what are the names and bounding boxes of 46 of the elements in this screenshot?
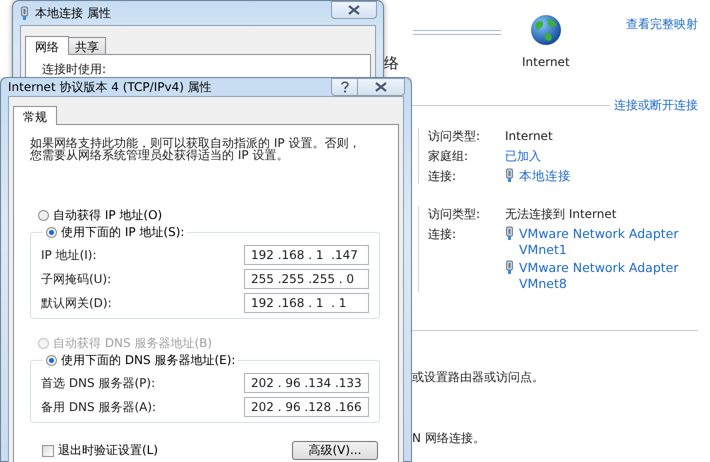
map-link[interactable]: 查看完整映射 <box>626 16 698 33</box>
ip-address-field[interactable]: 192 .168 . 1 .147 <box>244 245 369 265</box>
field-value: 无法连接到 Internet <box>505 206 618 222</box>
ip-address-field[interactable]: 202 . 96 .128 .166 <box>244 397 369 417</box>
close-button[interactable] <box>331 1 377 19</box>
task-description: N 网络连接。 <box>412 430 486 447</box>
tab[interactable]: 常规 <box>13 106 57 125</box>
adapter-link[interactable]: VMware Network Adapter VMnet1 <box>519 226 679 258</box>
close-button[interactable] <box>358 78 405 96</box>
homegroup-link[interactable]: 已加入 <box>505 148 698 164</box>
description-text: 如果网络支持此功能，则可以获取自动指派的 IP 设置。否则，您需要从网络系统管理员处获得适当的 IP 设置。 <box>30 137 362 161</box>
help-button[interactable] <box>331 78 358 96</box>
ip-address-field[interactable]: 202 . 96 .134 .133 <box>244 373 369 393</box>
close-icon <box>374 82 388 92</box>
advanced-button[interactable]: 高级(V)... <box>292 441 378 460</box>
close-icon <box>347 5 361 15</box>
field-label: 默认网关(D): <box>41 294 113 312</box>
field-label: 访问类型: <box>428 128 482 144</box>
adapter-icon <box>20 6 29 20</box>
adapter-icon <box>505 226 514 241</box>
field-value: Internet <box>505 128 554 144</box>
adapter-icon <box>505 260 514 275</box>
section-heading: 络 <box>384 54 399 72</box>
field-label: 访问类型: <box>428 206 482 222</box>
window-title: Internet 协议版本 4 (TCP/IPv4) 属性 <box>8 78 213 96</box>
field-label: 家庭组: <box>428 148 470 164</box>
ip-address-field[interactable]: 255 .255 .255 . 0 <box>244 269 369 289</box>
tab[interactable]: 共享 <box>68 37 106 54</box>
field-label: 连接: <box>428 226 458 243</box>
window-title: 本地连接 属性 <box>35 4 112 22</box>
ip-address-field[interactable]: 192 .168 . 1 . 1 <box>244 293 369 313</box>
field-label: IP 地址(I): <box>41 246 98 264</box>
globe-label: Internet <box>522 55 570 69</box>
connect-link[interactable]: 连接或断开连接 <box>614 96 698 114</box>
task-description: 或设置路由器或访问点。 <box>412 369 545 386</box>
tab[interactable]: 网络 <box>25 36 69 55</box>
field-label: 子网掩码(U): <box>41 270 112 288</box>
field-label: 备用 DNS 服务器(A): <box>41 398 158 416</box>
adapter-link[interactable]: VMware Network Adapter VMnet8 <box>519 260 679 292</box>
adapter-icon <box>505 168 514 183</box>
field-label: 连接时使用: <box>42 62 106 76</box>
field-label: 首选 DNS 服务器(P): <box>41 374 156 392</box>
adapter-link[interactable]: 本地连接 <box>519 168 679 184</box>
globe-icon[interactable] <box>530 14 562 46</box>
help-icon <box>340 81 348 93</box>
field-label: 连接: <box>428 168 458 184</box>
